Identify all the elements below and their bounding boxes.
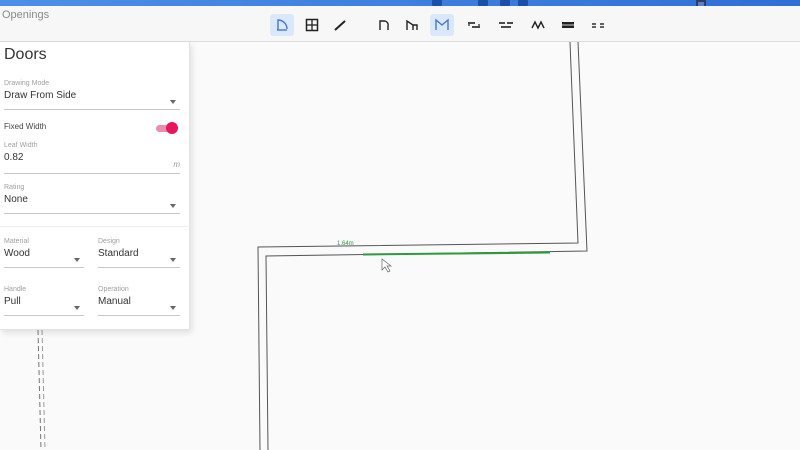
chevron-down-icon — [74, 258, 80, 262]
operation-value: Manual — [98, 296, 131, 307]
section-divider — [0, 226, 190, 227]
design-value: Standard — [98, 248, 139, 259]
dimension-label: 1.64m — [337, 241, 354, 247]
rating-value: None — [4, 194, 28, 205]
drawing-mode-select[interactable]: Drawing Mode Draw From Side — [4, 80, 180, 110]
leaf-width-field[interactable]: Leaf Width 0.82 m — [4, 142, 180, 174]
drawing-mode-label: Drawing Mode — [4, 80, 50, 87]
handle-select[interactable]: Handle Pull — [4, 286, 84, 316]
handle-value: Pull — [4, 296, 21, 307]
toggle-thumb — [166, 122, 178, 134]
operation-label: Operation — [98, 286, 129, 293]
material-select[interactable]: Material Wood — [4, 238, 84, 268]
design-select[interactable]: Design Standard — [98, 238, 180, 268]
leaf-width-label: Leaf Width — [4, 142, 38, 149]
fixed-width-label: Fixed Width — [4, 122, 47, 131]
mouse-cursor-icon — [381, 258, 393, 273]
doors-panel: Doors Drawing Mode Draw From Side Fixed … — [0, 42, 190, 330]
leaf-width-unit: m — [173, 160, 180, 169]
chevron-down-icon — [170, 100, 176, 104]
fixed-width-toggle[interactable] — [156, 122, 178, 134]
rating-label: Rating — [4, 184, 25, 191]
material-value: Wood — [4, 248, 30, 259]
operation-select[interactable]: Operation Manual — [98, 286, 180, 316]
chevron-down-icon — [170, 306, 176, 310]
chevron-down-icon — [170, 258, 176, 262]
chevron-down-icon — [74, 306, 80, 310]
design-label: Design — [98, 238, 120, 245]
panel-title: Doors — [4, 46, 47, 63]
material-label: Material — [4, 238, 29, 245]
handle-label: Handle — [4, 286, 27, 293]
dimension-line — [362, 251, 551, 256]
leaf-width-value: 0.82 — [4, 152, 24, 163]
chevron-down-icon — [170, 204, 176, 208]
rating-select[interactable]: Rating None — [4, 184, 180, 214]
drawing-mode-value: Draw From Side — [4, 90, 77, 101]
